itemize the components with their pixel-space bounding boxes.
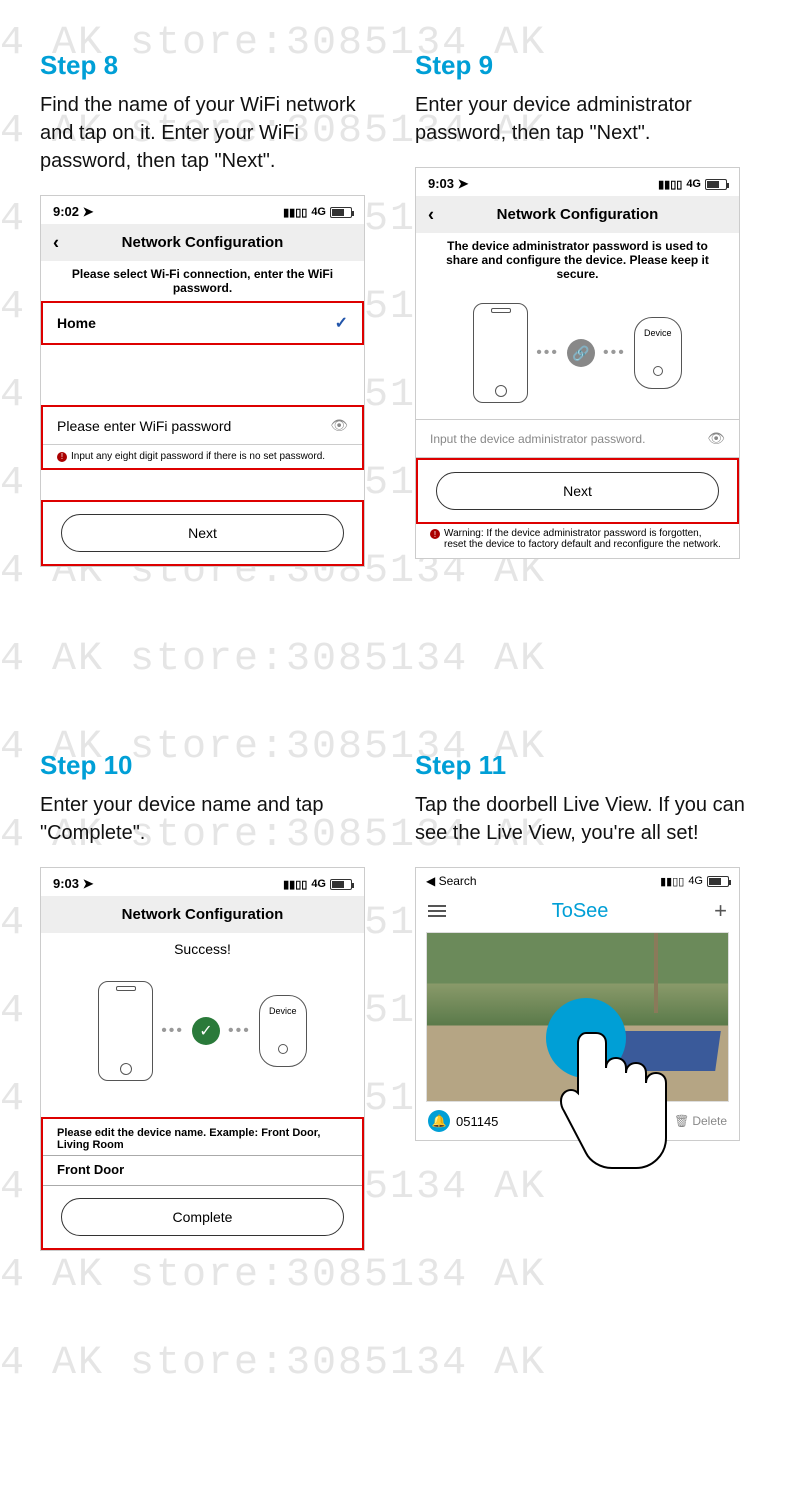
battery-icon [707,876,729,887]
step-desc: Enter your device name and tap "Complete… [40,791,385,847]
add-icon[interactable]: + [714,898,727,924]
device-name-field[interactable]: Front Door [43,1155,362,1186]
complete-button[interactable]: Complete [61,1198,344,1236]
instruction-text: The device administrator password is use… [416,233,739,287]
phone-icon [473,303,528,403]
admin-password-field[interactable]: Input the device administrator password.… [416,419,739,458]
network-label: 4G [311,878,326,890]
nav-title: Network Configuration [497,206,659,223]
step-desc: Tap the doorbell Live View. If you can s… [415,791,760,847]
password-placeholder: Input the device administrator password. [430,432,645,446]
phone-screenshot: 9:02 ➤ ▮▮▯▯ 4G ‹ Network Configuration P… [40,195,365,567]
step-title: Step 8 [40,50,385,81]
highlight-box: Please enter WiFi password 👁 ! Input any… [41,405,364,470]
warning-icon: ! [430,529,440,539]
wifi-item[interactable]: Home ✓ [43,303,362,343]
next-button[interactable]: Next [436,472,719,510]
network-label: 4G [686,178,701,190]
status-bar: 9:03 ➤ ▮▮▯▯ 4G [41,868,364,896]
step-9: Step 9 Enter your device administrator p… [415,50,760,740]
back-icon[interactable]: ‹ [428,204,434,225]
highlight-box: Home ✓ [41,301,364,345]
nav-bar: ‹ Network Configuration [41,224,364,261]
phone-icon [98,981,153,1081]
check-circle-icon: ✓ [192,1017,220,1045]
success-text: Success! [41,933,364,965]
time: 9:03 [53,876,79,891]
eye-icon[interactable]: 👁 [330,417,348,434]
pairing-diagram: ••• ✓ ••• Device [41,965,364,1097]
location-icon: ➤ [458,176,469,191]
edit-label: Please edit the device name. Example: Fr… [43,1119,362,1155]
status-bar: 9:03 ➤ ▮▮▯▯ 4G [416,168,739,196]
battery-icon [330,207,352,218]
dots-icon: ••• [161,1022,184,1040]
time: 9:03 [428,176,454,191]
step-10: Step 10 Enter your device name and tap "… [40,750,385,1450]
step-desc: Enter your device administrator password… [415,91,760,147]
signal-icon: ▮▮▯▯ [283,206,307,219]
step-11: Step 11 Tap the doorbell Live View. If y… [415,750,760,1450]
phone-screenshot: 9:03 ➤ ▮▮▯▯ 4G ‹ Network Configuration T… [415,167,740,559]
step-title: Step 10 [40,750,385,781]
instruction-text: Please select Wi-Fi connection, enter th… [41,261,364,301]
network-label: 4G [688,875,703,887]
status-bar: 9:02 ➤ ▮▮▯▯ 4G [41,196,364,224]
nav-bar: Network Configuration [41,896,364,933]
highlight-box: Please edit the device name. Example: Fr… [41,1117,364,1250]
back-search[interactable]: ◀ Search [426,874,477,888]
nav-title: Network Configuration [122,906,284,923]
signal-icon: ▮▮▯▯ [658,178,682,191]
step-title: Step 9 [415,50,760,81]
bell-icon[interactable]: 🔔 [428,1110,450,1132]
highlight-box: Next [416,458,739,524]
location-icon: ➤ [83,204,94,219]
device-icon: Device [634,317,682,389]
highlight-box: Next [41,500,364,566]
battery-icon [705,179,727,190]
link-icon: 🔗 [567,339,595,367]
step-8: Step 8 Find the name of your WiFi networ… [40,50,385,740]
step-desc: Find the name of your WiFi network and t… [40,91,385,175]
app-title: ToSee [552,900,609,923]
battery-icon [330,879,352,890]
hand-pointer-icon [556,1023,696,1183]
app-header: ToSee + [416,894,739,932]
signal-icon: ▮▮▯▯ [660,875,684,888]
warning-text: ! Warning: If the device administrator p… [416,524,739,558]
step-title: Step 11 [415,750,760,781]
status-bar: ◀ Search ▮▮▯▯ 4G [416,868,739,894]
device-id: 051145 [456,1114,498,1129]
dots-icon: ••• [228,1022,251,1040]
next-button[interactable]: Next [61,514,344,552]
pairing-diagram: ••• 🔗 ••• Device [416,287,739,419]
dots-icon: ••• [603,344,626,362]
menu-icon[interactable] [428,905,446,917]
signal-icon: ▮▮▯▯ [283,878,307,891]
nav-title: Network Configuration [122,234,284,251]
phone-screenshot: ◀ Search ▮▮▯▯ 4G ToSee + 🔔 051145 🗑 Dele… [415,867,740,1141]
wifi-name: Home [57,315,96,331]
info-icon: ! [57,452,67,462]
network-label: 4G [311,206,326,218]
back-icon[interactable]: ‹ [53,232,59,253]
password-placeholder: Please enter WiFi password [57,418,231,434]
location-icon: ➤ [83,876,94,891]
nav-bar: ‹ Network Configuration [416,196,739,233]
device-icon: Device [259,995,307,1067]
check-icon: ✓ [335,313,348,333]
phone-screenshot: 9:03 ➤ ▮▮▯▯ 4G Network Configuration Suc… [40,867,365,1251]
hint-text: ! Input any eight digit password if ther… [43,445,362,468]
eye-icon[interactable]: 👁 [707,430,725,447]
password-field[interactable]: Please enter WiFi password 👁 [43,407,362,445]
time: 9:02 [53,204,79,219]
dots-icon: ••• [536,344,559,362]
